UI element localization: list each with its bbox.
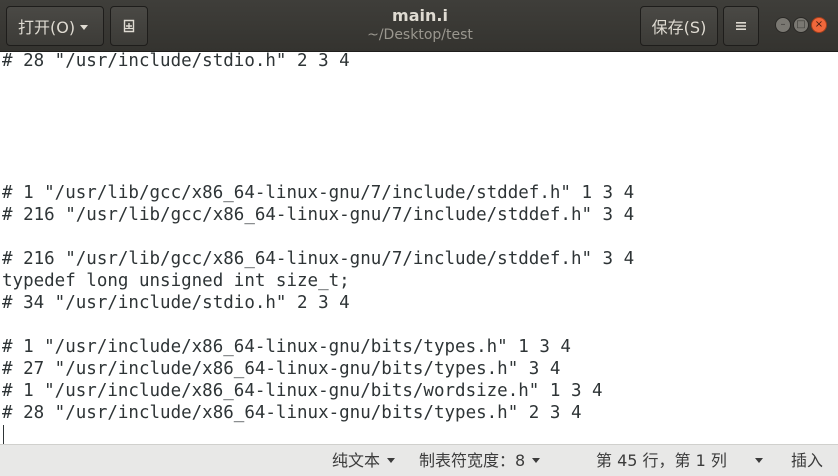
tab-width-label: 制表符宽度：8 (419, 451, 526, 470)
chevron-down-icon (387, 458, 396, 463)
editor-line: # 216 "/usr/lib/gcc/x86_64-linux-gnu/7/i… (2, 249, 635, 269)
minimize-icon: – (780, 19, 786, 30)
editor-line: # 1 "/usr/include/x86_64-linux-gnu/bits/… (2, 337, 571, 357)
language-label: 纯文本 (332, 451, 381, 470)
minimize-button[interactable]: – (775, 17, 791, 33)
open-button[interactable]: 打开(O) (6, 6, 104, 46)
editor-line: # 1 "/usr/include/x86_64-linux-gnu/bits/… (2, 381, 603, 401)
language-selector[interactable]: 纯文本 (332, 445, 396, 476)
editor-line: # 34 "/usr/include/stdio.h" 2 3 4 (2, 293, 350, 313)
editor-line: typedef long unsigned int size_t; (2, 271, 350, 291)
editor-line: # 28 "/usr/include/x86_64-linux-gnu/bits… (2, 403, 582, 423)
header-bar: 打开(O) main.i ~/Desktop/test 保存(S) – □ × (0, 0, 838, 52)
window-title-block: main.i ~/Desktop/test (300, 6, 540, 44)
chevron-down-icon (755, 458, 763, 463)
close-icon: × (814, 19, 824, 30)
open-button-label: 打开(O) (18, 18, 76, 37)
save-button-label: 保存(S) (651, 18, 707, 37)
editor-line: # 216 "/usr/lib/gcc/x86_64-linux-gnu/7/i… (2, 205, 635, 225)
maximize-button[interactable]: □ (793, 17, 809, 33)
tab-width-selector[interactable]: 制表符宽度：8 (419, 445, 541, 476)
save-button[interactable]: 保存(S) (640, 6, 718, 46)
insert-mode-label: 插入 (791, 451, 824, 470)
cursor-position-selector[interactable]: 第 45 行，第 1 列 (596, 445, 727, 476)
window-title: main.i (392, 6, 448, 25)
chevron-down-icon (532, 458, 541, 463)
new-document-button[interactable] (110, 6, 148, 46)
editor-line: # 1 "/usr/lib/gcc/x86_64-linux-gnu/7/inc… (2, 183, 635, 203)
editor-line: # 27 "/usr/include/x86_64-linux-gnu/bits… (2, 359, 561, 379)
new-document-icon (123, 19, 135, 33)
maximize-icon: □ (796, 19, 806, 30)
status-bar: 纯文本 制表符宽度：8 第 45 行，第 1 列 插入 (0, 444, 838, 476)
menu-button[interactable] (723, 6, 759, 46)
cursor-position-label: 第 45 行，第 1 列 (596, 451, 727, 470)
cursor-position-dropdown[interactable] (755, 445, 763, 476)
hamburger-menu-icon (736, 22, 746, 30)
window-subtitle: ~/Desktop/test (367, 27, 473, 43)
editor-line: # 28 "/usr/include/stdio.h" 2 3 4 (2, 52, 350, 71)
chevron-down-icon (80, 24, 89, 30)
text-editor-area[interactable]: # 28 "/usr/include/stdio.h" 2 3 4 # 1 "/u… (0, 52, 838, 444)
gedit-window: 打开(O) main.i ~/Desktop/test 保存(S) – □ × … (0, 0, 838, 476)
insert-mode-indicator[interactable]: 插入 (791, 445, 823, 476)
close-button[interactable]: × (811, 17, 827, 33)
text-cursor (3, 425, 4, 444)
